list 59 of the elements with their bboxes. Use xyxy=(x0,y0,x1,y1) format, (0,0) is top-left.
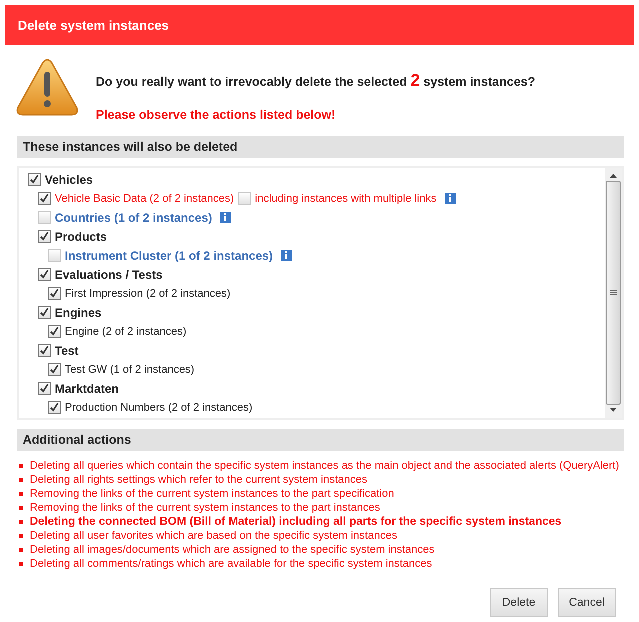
instance-label: Engine (2 of 2 instances) xyxy=(65,326,187,338)
checkbox[interactable] xyxy=(38,268,51,281)
action-text: Removing the links of the current system instances to the part instances xyxy=(30,502,380,514)
instance-label: Marktdaten xyxy=(55,382,120,396)
info-icon[interactable] xyxy=(220,212,232,223)
confirmation-question: Do you really want to irrevocably delete the selected 2 system instances? xyxy=(96,71,536,91)
instance-label: Test xyxy=(55,344,79,358)
bullet-icon xyxy=(19,520,23,524)
instance-label: Evaluations / Tests xyxy=(55,268,163,282)
checkbox[interactable] xyxy=(48,363,61,376)
option-label: including instances with multiple links xyxy=(255,192,437,204)
checkbox[interactable] xyxy=(38,192,51,205)
checkbox[interactable] xyxy=(38,344,51,357)
instance-label: Instrument Cluster (1 of 2 instances) xyxy=(65,248,274,262)
instance-label: Products xyxy=(55,230,108,244)
action-text: Removing the links of the current system instances to the part specification xyxy=(30,488,394,500)
bullet-icon xyxy=(19,492,23,496)
action-text: Deleting all images/documents which are assigned to the specific system instances xyxy=(30,544,435,556)
scrollbar[interactable] xyxy=(605,168,622,418)
instance-label: Production Numbers (2 of 2 instances) xyxy=(65,402,253,414)
section-heading: These instances will also be deleted xyxy=(17,136,624,158)
bullet-icon xyxy=(19,478,23,482)
checkbox[interactable] xyxy=(38,382,51,395)
checkbox[interactable] xyxy=(28,173,41,186)
scroll-up-icon[interactable] xyxy=(610,174,617,178)
dialog-title: Delete system instances xyxy=(5,5,634,45)
instance-label: First Impression (2 of 2 instances) xyxy=(65,288,231,300)
bullet-icon xyxy=(19,534,23,538)
instance-label: Vehicles xyxy=(45,172,94,186)
bullet-icon xyxy=(19,548,23,552)
bullet-icon xyxy=(19,562,23,566)
checkbox[interactable] xyxy=(238,192,252,205)
checkbox[interactable] xyxy=(48,325,61,338)
action-text: Deleting the connected BOM (Bill of Material) including all parts for the specific system instances xyxy=(30,516,562,528)
checkbox[interactable] xyxy=(48,249,61,262)
checkbox[interactable] xyxy=(38,306,51,319)
action-text: Deleting all queries which contain the specific system instances as the main object and the associated alerts (QueryAlert) xyxy=(30,460,620,472)
action-text: Deleting all comments/ratings which are available for the specific system instances xyxy=(30,558,432,570)
scroll-down-icon[interactable] xyxy=(610,408,617,412)
bullet-icon xyxy=(19,506,23,510)
grip-icon xyxy=(610,290,617,296)
bullet-icon xyxy=(19,464,23,468)
action-text: Deleting all rights settings which refer to the current system instances xyxy=(30,474,368,486)
section-heading: Additional actions xyxy=(17,429,624,451)
warning-icon xyxy=(16,59,79,117)
checkbox[interactable] xyxy=(48,401,61,414)
checkbox[interactable] xyxy=(48,287,61,300)
checkbox[interactable] xyxy=(38,230,51,243)
instance-label: Test GW (1 of 2 instances) xyxy=(65,364,195,376)
info-icon[interactable] xyxy=(281,250,292,261)
cancel-button[interactable]: Cancel xyxy=(558,588,616,617)
info-icon[interactable] xyxy=(444,193,456,204)
action-text: Deleting all user favorites which are based on the specific system instances xyxy=(30,530,398,542)
instance-label: Vehicle Basic Data (2 of 2 instances) xyxy=(55,192,234,204)
warning-notice: Please observe the actions listed below! xyxy=(96,108,337,122)
delete-button[interactable]: Delete xyxy=(490,588,548,617)
checkbox[interactable] xyxy=(38,211,51,224)
instance-label: Countries (1 of 2 instances) xyxy=(55,210,212,224)
instance-label: Engines xyxy=(55,306,102,320)
